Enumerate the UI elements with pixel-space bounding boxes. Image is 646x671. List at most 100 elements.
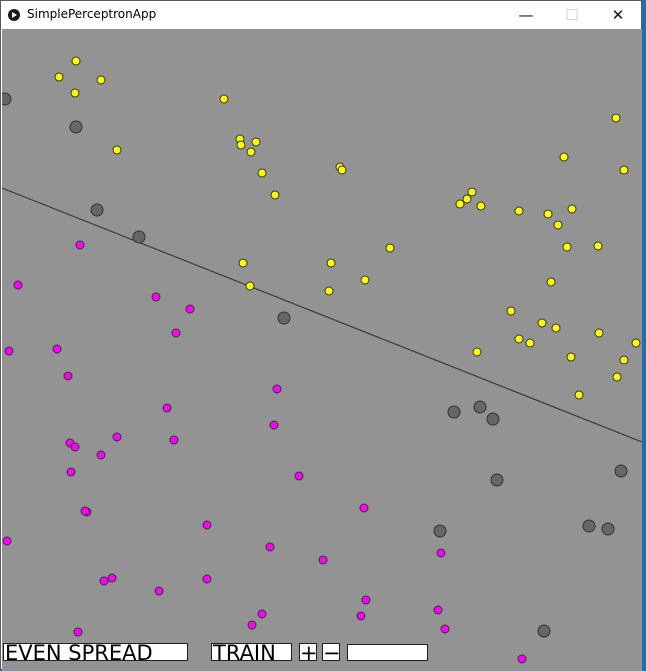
data-point-class-a: [71, 56, 81, 66]
data-point-class-a: [506, 306, 516, 316]
data-point-class-b: [436, 548, 446, 558]
data-point-unclassified: [537, 624, 551, 638]
data-point-class-b: [272, 384, 282, 394]
data-point-class-a: [566, 352, 576, 362]
data-point-unclassified: [69, 120, 83, 134]
data-point-class-a: [631, 338, 641, 348]
data-point-class-a: [593, 241, 603, 251]
data-point-class-b: [99, 576, 109, 586]
data-point-unclassified: [132, 230, 146, 244]
data-point-class-a: [257, 168, 267, 178]
data-point-class-a: [467, 187, 477, 197]
value-field[interactable]: [347, 644, 428, 661]
data-point-class-a: [245, 281, 255, 291]
data-point-class-b: [73, 627, 83, 637]
data-point-unclassified: [490, 473, 504, 487]
data-point-class-b: [356, 611, 366, 621]
data-point-class-a: [455, 199, 465, 209]
data-point-class-a: [514, 334, 524, 344]
data-point-class-b: [107, 573, 117, 583]
train-button[interactable]: TRAIN: [211, 643, 292, 661]
data-point-class-b: [112, 432, 122, 442]
data-point-class-b: [2, 536, 12, 546]
data-point-class-b: [80, 506, 90, 516]
sketch-canvas[interactable]: EVEN SPREAD TRAIN + −: [2, 29, 642, 671]
data-point-class-b: [202, 574, 212, 584]
data-point-class-b: [70, 442, 80, 452]
data-point-class-b: [63, 371, 73, 381]
app-window: SimplePerceptronApp — ☐ ✕ EVEN SPREAD TR…: [0, 0, 642, 671]
data-point-class-b: [162, 403, 172, 413]
data-point-unclassified: [601, 522, 615, 536]
data-point-unclassified: [2, 92, 12, 106]
data-point-unclassified: [486, 412, 500, 426]
maximize-button[interactable]: ☐: [549, 1, 595, 29]
minus-button[interactable]: −: [322, 643, 340, 661]
data-point-class-b: [247, 620, 257, 630]
data-point-class-a: [385, 243, 395, 253]
close-button[interactable]: ✕: [595, 1, 641, 29]
data-point-unclassified: [277, 311, 291, 325]
data-point-class-a: [537, 318, 547, 328]
data-point-class-a: [360, 275, 370, 285]
data-point-class-a: [612, 372, 622, 382]
data-point-class-b: [66, 467, 76, 477]
data-point-class-a: [514, 206, 524, 216]
data-point-class-b: [154, 586, 164, 596]
data-point-class-b: [269, 420, 279, 430]
control-bar: EVEN SPREAD TRAIN + −: [2, 641, 642, 671]
data-point-class-b: [75, 240, 85, 250]
data-point-class-a: [96, 75, 106, 85]
data-point-class-a: [546, 277, 556, 287]
data-point-class-a: [476, 201, 486, 211]
data-point-class-a: [553, 220, 563, 230]
data-point-class-b: [13, 280, 23, 290]
data-point-unclassified: [582, 519, 596, 533]
data-point-class-a: [567, 204, 577, 214]
window-title: SimplePerceptronApp: [27, 7, 157, 21]
data-point-class-a: [326, 258, 336, 268]
data-point-class-b: [202, 520, 212, 530]
data-point-class-a: [324, 286, 334, 296]
data-point-class-a: [543, 209, 553, 219]
data-point-unclassified: [433, 524, 447, 538]
data-point-class-a: [462, 194, 472, 204]
minimize-button[interactable]: —: [503, 1, 549, 29]
data-point-unclassified: [447, 405, 461, 419]
data-point-class-a: [525, 338, 535, 348]
separator-line: [2, 187, 642, 443]
data-point-class-a: [251, 137, 261, 147]
data-point-class-a: [337, 165, 347, 175]
data-point-class-b: [440, 624, 450, 634]
data-point-class-b: [433, 605, 443, 615]
data-point-class-b: [318, 555, 328, 565]
data-point-class-a: [238, 258, 248, 268]
data-point-class-b: [52, 344, 62, 354]
data-point-class-a: [551, 323, 561, 333]
data-point-class-b: [151, 292, 161, 302]
title-bar[interactable]: SimplePerceptronApp — ☐ ✕: [1, 1, 641, 29]
even-spread-button[interactable]: EVEN SPREAD: [3, 643, 188, 661]
data-point-class-b: [185, 304, 195, 314]
data-point-class-a: [562, 242, 572, 252]
plus-button[interactable]: +: [299, 643, 317, 661]
data-point-class-a: [619, 355, 629, 365]
data-point-class-a: [246, 147, 256, 157]
data-point-class-b: [361, 595, 371, 605]
data-point-class-a: [236, 140, 246, 150]
data-point-class-a: [594, 328, 604, 338]
data-point-class-b: [265, 542, 275, 552]
data-point-class-b: [294, 471, 304, 481]
data-point-class-a: [219, 94, 229, 104]
data-point-class-a: [574, 390, 584, 400]
data-point-unclassified: [614, 464, 628, 478]
data-point-class-a: [559, 152, 569, 162]
data-point-unclassified: [473, 400, 487, 414]
perceptron-plot[interactable]: [2, 29, 642, 671]
data-point-class-b: [359, 503, 369, 513]
data-point-unclassified: [90, 203, 104, 217]
data-point-class-b: [96, 450, 106, 460]
data-point-class-a: [112, 145, 122, 155]
processing-app-icon: [8, 9, 20, 21]
data-point-class-a: [70, 88, 80, 98]
